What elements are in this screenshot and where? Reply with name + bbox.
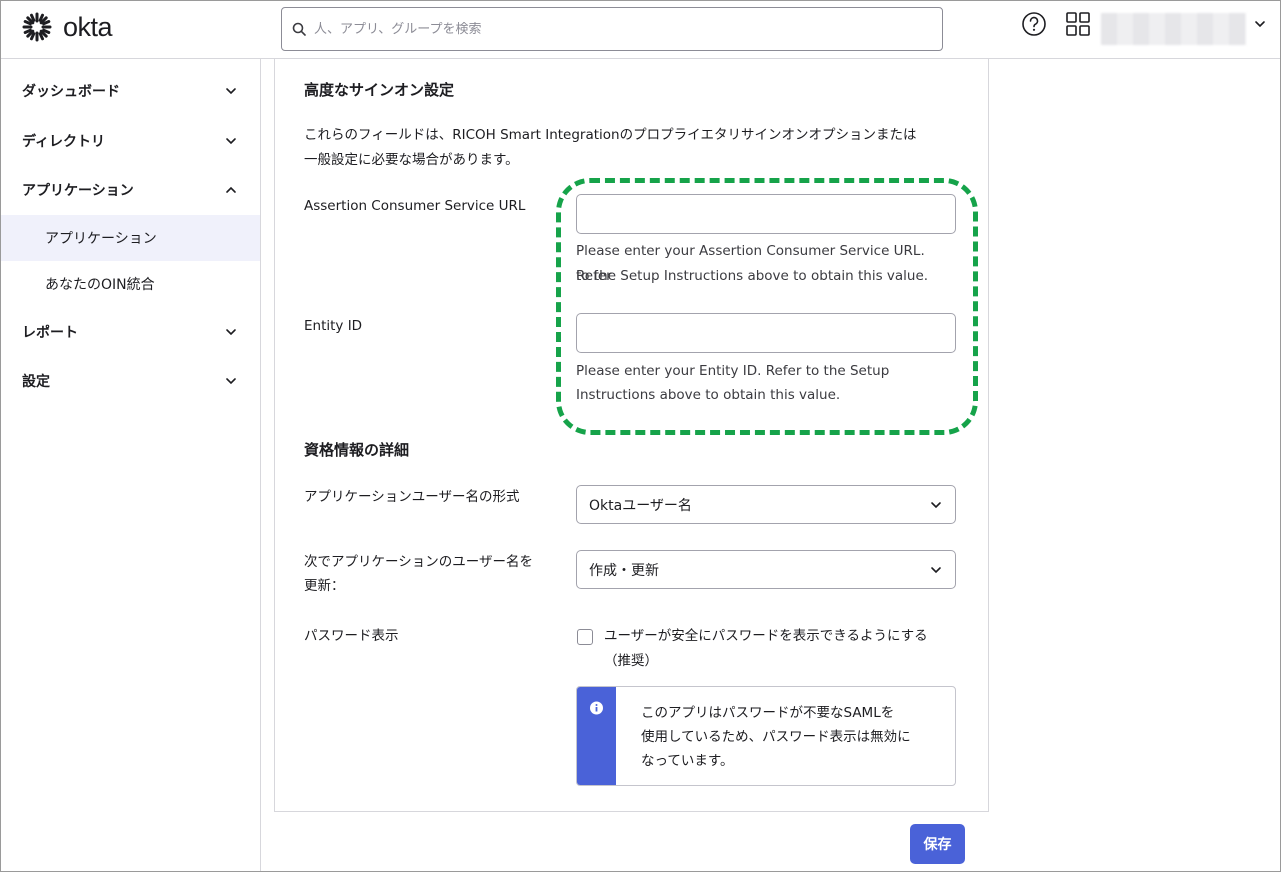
- username-format-value: Oktaユーザー名: [589, 497, 692, 514]
- sidebar-item-applications[interactable]: アプリケーション: [1, 166, 260, 214]
- search-icon: [292, 22, 306, 36]
- password-reveal-checkbox[interactable]: [577, 629, 593, 645]
- search-input[interactable]: [314, 21, 914, 37]
- acs-url-input[interactable]: [576, 194, 956, 234]
- sidebar-item-label: アプリケーション: [22, 183, 134, 199]
- okta-sunburst-icon: [22, 12, 52, 42]
- username-format-label: アプリケーションユーザー名の形式: [304, 489, 520, 505]
- logo-text: okta: [63, 11, 113, 42]
- sidebar-item-label: 設定: [22, 374, 50, 390]
- chevron-down-icon: [931, 566, 941, 573]
- credentials-heading: 資格情報の詳細: [304, 441, 410, 459]
- entity-id-hint-line2: Instructions above to obtain this value.: [576, 387, 841, 403]
- sidebar-subitem-label: あなたのOIN統合: [45, 277, 155, 293]
- password-reveal-option-line1: ユーザーが安全にパスワードを表示できるようにする: [604, 628, 928, 644]
- info-callout-text: このアプリはパスワードが不要なSAMLを 使用しているため、パスワード表示は無効…: [641, 701, 941, 773]
- info-callout-bar: [577, 687, 616, 785]
- password-reveal-option-line2: （推奨）: [604, 653, 658, 669]
- sidebar-item-settings[interactable]: 設定: [1, 357, 260, 405]
- sidebar-item-reports[interactable]: レポート: [1, 308, 260, 356]
- sidebar-item-directory[interactable]: ディレクトリ: [1, 117, 260, 165]
- advanced-signon-heading: 高度なサインオン設定: [304, 81, 455, 99]
- acs-url-hint-line2: to the Setup Instructions above to obtai…: [576, 268, 929, 284]
- info-callout-line2: 使用しているため、パスワード表示は無効に: [641, 729, 911, 745]
- top-bar: okta: [1, 1, 1280, 59]
- info-callout: このアプリはパスワードが不要なSAMLを 使用しているため、パスワード表示は無効…: [576, 686, 956, 786]
- info-icon: [590, 701, 603, 715]
- user-name-redacted[interactable]: [1101, 13, 1246, 45]
- sidebar-item-label: ディレクトリ: [22, 134, 106, 150]
- update-username-value: 作成・更新: [589, 562, 659, 579]
- entity-id-hint-line1: Please enter your Entity ID. Refer to th…: [576, 363, 890, 379]
- help-icon[interactable]: [1021, 11, 1047, 37]
- sidebar-subitem-applications[interactable]: アプリケーション: [1, 215, 260, 261]
- chevron-down-icon: [931, 501, 941, 508]
- okta-logo[interactable]: okta: [21, 11, 113, 43]
- chevron-down-icon: [226, 138, 236, 145]
- app-window: okta ダッシ: [0, 0, 1281, 872]
- entity-id-label: Entity ID: [304, 318, 363, 334]
- update-username-label-line2: 更新：: [304, 578, 345, 594]
- update-username-select[interactable]: 作成・更新: [576, 550, 956, 589]
- sidebar-subitem-oin[interactable]: あなたのOIN統合: [1, 261, 260, 307]
- info-callout-line3: なっています。: [641, 753, 734, 769]
- update-username-label-line1: 次でアプリケーションのユーザー名を: [304, 554, 533, 570]
- acs-url-label: Assertion Consumer Service URL: [304, 198, 526, 214]
- chevron-down-icon: [226, 88, 236, 95]
- chevron-down-icon[interactable]: [1253, 17, 1267, 31]
- chevron-down-icon: [226, 378, 236, 385]
- chevron-up-icon: [226, 186, 236, 193]
- password-reveal-label: パスワード表示: [304, 628, 399, 644]
- search-box[interactable]: [281, 7, 943, 51]
- app-grid-icon[interactable]: [1065, 11, 1091, 37]
- save-button[interactable]: 保存: [910, 824, 965, 864]
- sidebar-item-label: レポート: [22, 325, 78, 341]
- chevron-down-icon: [226, 329, 236, 336]
- sidebar-item-label: ダッシュボード: [22, 84, 120, 100]
- advanced-desc-line1: これらのフィールドは、RICOH Smart Integrationのプロプライ…: [304, 127, 917, 143]
- advanced-desc-line2: 一般設定に必要な場合があります。: [304, 152, 519, 168]
- info-callout-line1: このアプリはパスワードが不要なSAMLを: [641, 705, 895, 721]
- username-format-select[interactable]: Oktaユーザー名: [576, 485, 956, 524]
- sidebar-item-dashboard[interactable]: ダッシュボード: [1, 67, 260, 115]
- sidebar-subitem-label: アプリケーション: [45, 231, 157, 247]
- sidebar: ダッシュボード ディレクトリ アプリケーション アプリケーション あなたのOIN…: [1, 59, 261, 871]
- entity-id-input[interactable]: [576, 313, 956, 353]
